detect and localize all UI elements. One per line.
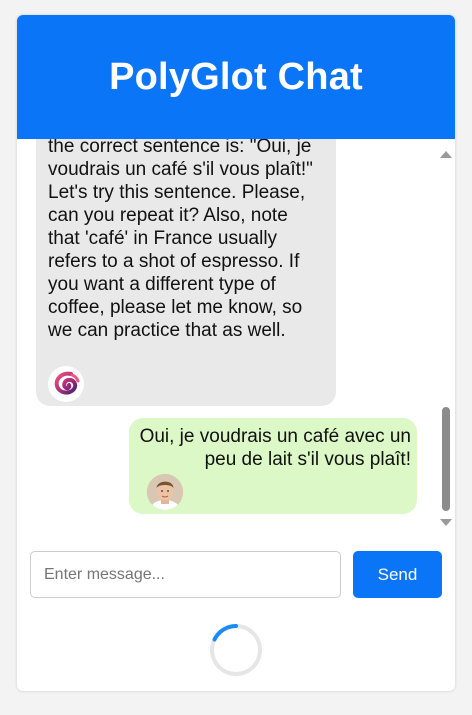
scroll-thumb[interactable]	[442, 407, 450, 511]
page-title: PolyGlot Chat	[109, 55, 363, 98]
user-message-text: Oui, je voudrais un café avec un peu de …	[139, 426, 411, 470]
chat-header: PolyGlot Chat	[17, 15, 455, 139]
bot-message-text: the correct sentence is: "Oui, je voudra…	[48, 139, 313, 341]
chat-window: PolyGlot Chat the correct sentence is: "…	[17, 15, 455, 691]
message-list[interactable]: the correct sentence is: "Oui, je voudra…	[17, 139, 455, 535]
message-input[interactable]	[30, 551, 341, 598]
loading-spinner-icon	[210, 624, 262, 676]
scroll-down-arrow-icon[interactable]	[440, 519, 452, 526]
send-button[interactable]: Send	[353, 551, 442, 598]
bot-avatar-swirl-icon	[48, 366, 84, 402]
user-message: Oui, je voudrais un café avec un peu de …	[129, 418, 417, 514]
scroll-up-arrow-icon[interactable]	[440, 151, 452, 158]
bot-message: the correct sentence is: "Oui, je voudra…	[36, 139, 336, 406]
user-avatar	[147, 474, 183, 510]
message-list-scrollbar[interactable]	[437, 139, 455, 535]
composer: Send	[30, 551, 442, 599]
